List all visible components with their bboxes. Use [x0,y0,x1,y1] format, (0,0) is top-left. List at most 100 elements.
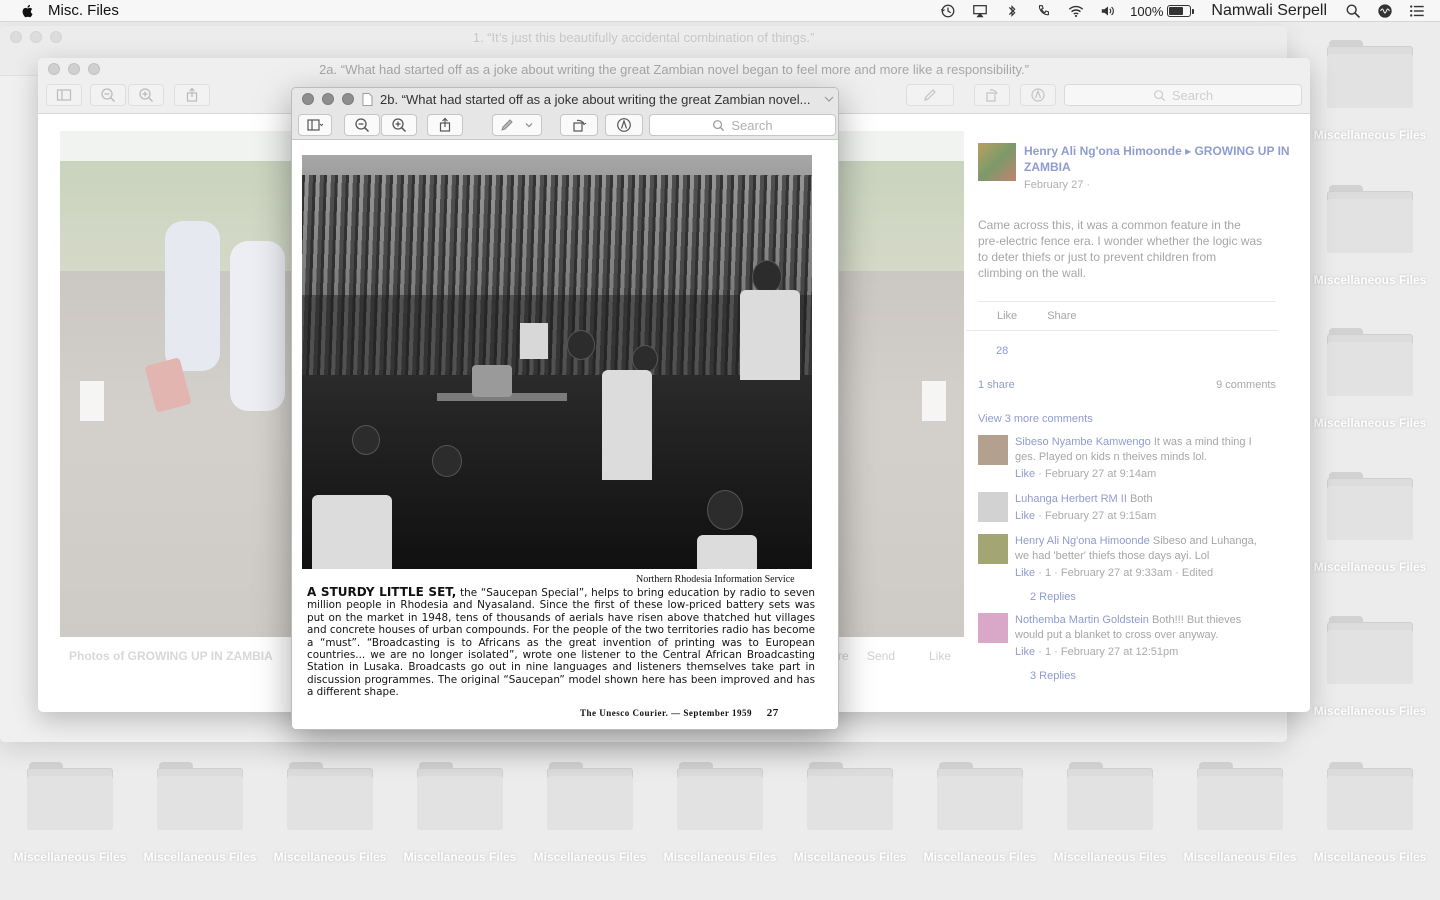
folder-icon [1197,762,1283,830]
page-number: 27 [766,707,779,719]
previous-photo-arrow[interactable] [80,381,104,421]
close-button[interactable] [48,63,60,75]
desktop-folder[interactable]: Miscellaneous Files [140,762,260,864]
zoom-button[interactable] [88,63,100,75]
app-name[interactable]: Misc. Files [48,2,119,19]
search-field[interactable]: Search [649,114,836,136]
desktop-folder[interactable]: Miscellaneous Files [10,762,130,864]
time-machine-icon[interactable] [939,3,957,19]
desktop-folder[interactable]: Miscellaneous Files [1310,328,1430,430]
zoom-button[interactable] [50,31,62,43]
desktop-folder[interactable]: Miscellaneous Files [1310,472,1430,574]
close-button[interactable] [302,93,314,105]
window-1-titlebar[interactable]: 1. “It’s just this beautifully accidenta… [0,26,1287,48]
rotate-button[interactable] [560,114,598,136]
preview-window-2b[interactable]: 2b. “What had started off as a joke abou… [291,87,839,730]
apple-icon[interactable] [18,3,38,19]
next-photo-arrow[interactable] [922,381,946,421]
desktop-folder[interactable]: Miscellaneous Files [790,762,910,864]
comment-author[interactable]: Henry Ali Ng'ona Himoonde [1015,535,1150,547]
desktop-folder[interactable]: Miscellaneous Files [920,762,1040,864]
title-chevron-icon[interactable] [824,95,834,103]
sidebar-toggle-button[interactable] [46,84,82,106]
search-field[interactable]: Search [1064,84,1302,106]
rotate-button[interactable] [974,84,1010,106]
photos-caption[interactable]: Photos of GROWING UP IN ZAMBIA [69,649,273,663]
comment-meta: · February 27 at 9:14am [1038,468,1157,480]
desktop-folder[interactable]: Miscellaneous Files [1310,616,1430,718]
post-author-avatar[interactable] [978,143,1016,181]
markup-toolbar-button[interactable] [605,114,643,136]
comment-like-link[interactable]: Like [1015,510,1035,522]
zoom-button[interactable] [342,93,354,105]
sidebar-icon [56,89,72,101]
comment-avatar[interactable] [978,492,1008,522]
window-1-title: 1. “It’s just this beautifully accidenta… [472,29,815,45]
window-2a-titlebar[interactable]: 2a. “What had started off as a joke abou… [38,58,1310,80]
battery-icon[interactable] [1167,5,1195,17]
comment-replies-link[interactable]: 2 Replies [1030,591,1290,603]
view-more-comments[interactable]: View 3 more comments [978,413,1290,425]
window-2b-title: 2b. “What had started off as a joke abou… [380,91,811,107]
folder-icon [1327,616,1413,684]
photo-credit: Northern Rhodesia Information Service [636,574,795,585]
caption-headline: A STURDY LITTLE SET, [307,585,457,599]
minimize-button[interactable] [68,63,80,75]
desktop-folder[interactable]: Miscellaneous Files [1310,40,1430,142]
zoom-in-button[interactable] [381,114,417,136]
desktop-folder[interactable]: Miscellaneous Files [530,762,650,864]
photo-send-action[interactable]: Send [867,649,895,663]
comments-count[interactable]: 9 comments [1216,379,1276,391]
comment-replies-link[interactable]: 3 Replies [1030,670,1290,682]
window-2b-titlebar[interactable]: 2b. “What had started off as a joke abou… [292,88,838,110]
like-count[interactable]: 28 [978,345,1290,357]
window-2b-toolbar: Search [292,110,838,140]
desktop-folder[interactable]: Miscellaneous Files [1180,762,1300,864]
share-button[interactable] [427,114,463,136]
notification-center-icon[interactable] [1408,3,1426,19]
share-button[interactable] [174,84,210,106]
share-link[interactable]: Share [1047,310,1076,322]
minimize-button[interactable] [30,31,42,43]
comment-like-link[interactable]: Like [1015,567,1035,579]
minimize-button[interactable] [322,93,334,105]
photo-like-action[interactable]: Like [929,649,951,663]
markup-pen-button[interactable] [906,84,954,106]
desktop-folder[interactable]: Miscellaneous Files [270,762,390,864]
markup-pen-button[interactable] [492,114,542,136]
desktop-folder[interactable]: Miscellaneous Files [400,762,520,864]
zoom-out-button[interactable] [90,84,126,106]
desktop-folder[interactable]: Miscellaneous Files [660,762,780,864]
window-2a-title: 2a. “What had started off as a joke abou… [319,61,1029,77]
markup-toolbar-button[interactable] [1020,84,1056,106]
comment-author[interactable]: Luhanga Herbert RM II [1015,493,1127,505]
airplay-icon[interactable] [971,3,989,19]
siri-icon[interactable] [1376,3,1394,19]
desktop-folder[interactable]: Miscellaneous Files [1310,762,1430,864]
comment-author[interactable]: Sibeso Nyambe Kamwengo [1015,436,1151,448]
comment-like-link[interactable]: Like [1015,468,1035,480]
volume-icon[interactable] [1099,3,1117,19]
bluetooth-icon[interactable] [1003,3,1021,19]
wifi-icon[interactable] [1067,3,1085,19]
like-button[interactable]: Like [997,310,1017,322]
battery-percent: 100% [1130,3,1164,19]
zoom-out-button[interactable] [344,114,380,136]
sidebar-toggle-button[interactable] [298,114,332,136]
desktop-folder[interactable]: Miscellaneous Files [1050,762,1170,864]
post-author[interactable]: Henry Ali Ng'ona Himoonde [1024,144,1182,158]
comment-avatar[interactable] [978,534,1008,564]
comment-like-link[interactable]: Like [1015,646,1035,658]
zoom-in-button[interactable] [128,84,164,106]
comment-avatar[interactable] [978,613,1008,643]
comment-avatar[interactable] [978,435,1008,465]
user-name[interactable]: Namwali Serpell [1211,2,1327,20]
comment-author[interactable]: Nothemba Martin Goldstein [1015,614,1149,626]
spotlight-search-icon[interactable] [1344,3,1362,19]
phone-icon[interactable] [1035,3,1053,19]
comment-meta: · February 27 at 9:15am [1038,510,1157,522]
close-button[interactable] [10,31,22,43]
share-count[interactable]: 1 share [978,379,1015,391]
comments-list: Sibeso Nyambe Kamwengo It was a mind thi… [978,435,1290,682]
desktop-folder[interactable]: Miscellaneous Files [1310,185,1430,287]
